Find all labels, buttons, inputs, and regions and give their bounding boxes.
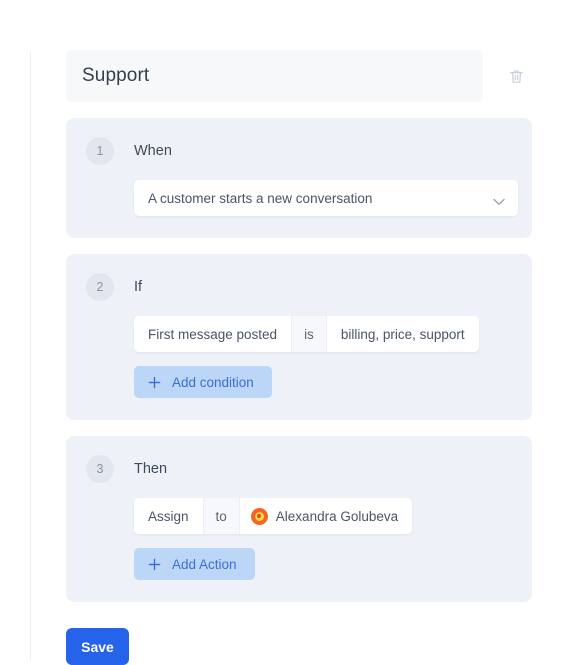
step-body-if: First message posted is billing, price, … bbox=[134, 316, 512, 398]
step-label-if: If bbox=[134, 279, 143, 295]
avatar-center-dot bbox=[257, 514, 262, 518]
automation-title-text: Support bbox=[82, 65, 150, 86]
step-card-if: 2 If First message posted is billing, pr… bbox=[66, 254, 532, 420]
step-label-then: Then bbox=[134, 461, 168, 477]
condition-field-select[interactable]: First message posted bbox=[134, 316, 293, 352]
action-verb-select[interactable]: Assign bbox=[134, 498, 204, 534]
delete-automation-button[interactable] bbox=[504, 64, 528, 88]
step-number-1: 1 bbox=[86, 137, 114, 165]
step-body-then: Assign to Alexandra Golubeva Add Action bbox=[134, 498, 512, 580]
action-assignee-name: Alexandra Golubeva bbox=[275, 508, 399, 524]
step-label-when: When bbox=[134, 143, 172, 159]
automation-builder-page: Support 1 When A customer starts a new c… bbox=[0, 0, 570, 665]
action-row: Assign to Alexandra Golubeva bbox=[134, 498, 413, 534]
add-action-label: Add Action bbox=[172, 556, 237, 572]
step-card-then: 3 Then Assign to Alexandra Golubeva Add … bbox=[66, 436, 532, 602]
action-preposition-label: to bbox=[203, 498, 240, 534]
plus-icon bbox=[148, 376, 161, 389]
trigger-select-value: A customer starts a new conversation bbox=[148, 190, 373, 206]
trigger-select[interactable]: A customer starts a new conversation bbox=[134, 180, 518, 216]
action-assignee-select[interactable]: Alexandra Golubeva bbox=[239, 498, 413, 534]
step-number-3: 3 bbox=[86, 455, 114, 483]
step-header-if: 2 If bbox=[86, 272, 512, 302]
add-condition-label: Add condition bbox=[172, 374, 254, 390]
step-header-then: 3 Then bbox=[86, 454, 512, 484]
avatar-inner-ring bbox=[254, 511, 264, 521]
panel-divider bbox=[30, 52, 31, 660]
automation-content: Support 1 When A customer starts a new c… bbox=[66, 0, 532, 665]
trash-icon bbox=[509, 70, 523, 83]
plus-icon bbox=[148, 558, 161, 571]
add-action-button[interactable]: Add Action bbox=[134, 548, 255, 580]
step-header-when: 1 When bbox=[86, 136, 512, 166]
step-number-2: 2 bbox=[86, 273, 114, 301]
condition-value-input[interactable]: billing, price, support bbox=[326, 316, 479, 352]
chevron-down-icon bbox=[493, 193, 505, 211]
user-avatar-icon bbox=[250, 507, 268, 525]
condition-row: First message posted is billing, price, … bbox=[134, 316, 479, 352]
save-button[interactable]: Save bbox=[66, 628, 129, 665]
automation-title-row: Support bbox=[66, 50, 532, 102]
automation-title-input[interactable]: Support bbox=[66, 50, 483, 102]
step-body-when: A customer starts a new conversation bbox=[134, 180, 518, 216]
condition-operator-select[interactable]: is bbox=[292, 316, 327, 352]
step-card-when: 1 When A customer starts a new conversat… bbox=[66, 118, 532, 238]
add-condition-button[interactable]: Add condition bbox=[134, 366, 272, 398]
